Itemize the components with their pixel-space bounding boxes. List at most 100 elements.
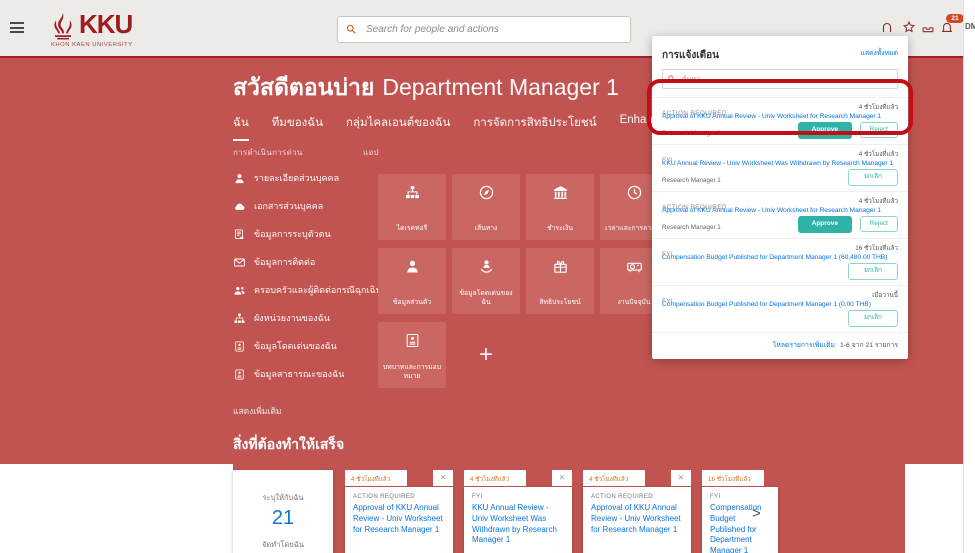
quick-action-item[interactable]: ผังหน่วยงานของฉัน (233, 304, 359, 332)
profile-icon[interactable] (880, 20, 894, 34)
clock-icon (626, 184, 643, 201)
todo-section-title: สิ่งที่ต้องทำให้เสร็จ (233, 434, 344, 456)
quick-action-item[interactable]: เอกสารส่วนบุคคล (233, 192, 359, 220)
people-icon (233, 284, 246, 297)
gift-icon (552, 258, 569, 275)
notification-item: 4 ชั่วโมงที่แล้วFYIKKU Annual Review - U… (652, 144, 908, 191)
inbox-icon[interactable] (921, 20, 935, 34)
add-apps-button[interactable]: + (452, 322, 520, 388)
todo-card[interactable]: ACTION REQUIRED Approval of KKU Annual Re… (583, 487, 691, 553)
close-icon[interactable]: ✕ (433, 470, 453, 486)
tab-2[interactable]: ทีมของฉัน (272, 114, 323, 141)
close-icon[interactable]: ✕ (552, 470, 572, 486)
quick-actions-header: การดำเนินการด่วน (233, 146, 303, 159)
todo-card-timestamp: 4 ชั่วโมงที่แล้ว (464, 470, 526, 484)
app-tile-label: ไดเรคทอรี (381, 225, 443, 234)
reject-button[interactable]: Reject (860, 216, 898, 232)
todo-card[interactable]: FYICompensation Budget Published for Dep… (702, 487, 778, 553)
quick-action-item[interactable]: ข้อมูลโดดเด่นของฉัน (233, 332, 359, 360)
app-tile-label: เส้นทาง (455, 225, 517, 234)
star-icon[interactable] (902, 20, 916, 34)
notification-count-badge: 21 (946, 14, 964, 23)
notifications-range: 1-6 จาก 21 รายการ (840, 342, 898, 349)
top-bar-icons: 21 (880, 20, 960, 36)
greeting: สวัสดีตอนบ่ายDepartment Manager 1 (233, 70, 619, 106)
quick-action-item[interactable]: ข้อมูลสาธารณะของฉัน (233, 360, 359, 388)
person-icon (404, 258, 421, 275)
notification-title-link[interactable]: Approval of KKU Annual Review - Univ Wor… (662, 207, 898, 214)
view-all-link[interactable]: แสดงทั้งหมด (861, 47, 898, 58)
app-tile[interactable]: ข้อมูลโดดเด่นของฉัน (452, 248, 520, 314)
notifications-search-input[interactable] (680, 71, 909, 87)
search-input[interactable] (364, 18, 623, 41)
notification-item: เมื่อวานนี้FYICompensation Budget Publis… (652, 285, 908, 332)
todo-card[interactable]: FYI KKU Annual Review - Univ Worksheet Wa… (464, 487, 572, 553)
profile-avatar[interactable]: DM (965, 22, 975, 31)
show-more-link[interactable]: แสดงเพิ่มเติม (233, 404, 281, 418)
quick-action-label: ครอบครัวและผู้ติดต่อกรณีฉุกเฉิน (254, 283, 382, 297)
org-chart-icon (404, 184, 421, 201)
app-tile-label: บทบาทและการมอบหมาย (381, 364, 443, 382)
app-tile[interactable]: เส้นทาง (452, 174, 520, 240)
todo-card-title-link[interactable]: Approval of KKU Annual Review - Univ Wor… (591, 503, 683, 535)
tab-1[interactable]: ฉัน (233, 114, 249, 141)
app-tile[interactable]: สิทธิประโยชน์ (526, 248, 594, 314)
search-icon (667, 74, 676, 83)
approve-button[interactable]: Approve (798, 122, 852, 139)
quick-action-label: ผังหน่วยงานของฉัน (254, 311, 330, 325)
reject-button[interactable]: Reject (860, 122, 898, 138)
app-tile-label: ข้อมูลส่วนตัว (381, 299, 443, 308)
greeting-text: สวัสดีตอนบ่าย (233, 74, 374, 100)
app-tile[interactable]: บทบาทและการมอบหมาย (378, 322, 446, 388)
close-icon[interactable]: ✕ (671, 470, 691, 486)
todo-card-title-link[interactable]: Approval of KKU Annual Review - Univ Wor… (353, 503, 445, 535)
todo-card-type-label: ACTION REQUIRED (591, 494, 683, 500)
person-icon (233, 172, 246, 185)
created-by-me-label: จัดทำโดยฉัน (233, 539, 333, 551)
quick-action-label: ข้อมูลโดดเด่นของฉัน (254, 339, 337, 353)
app-tile[interactable]: ข้อมูลส่วนตัว (378, 248, 446, 314)
notifications-footer: โหลดรายการเพิ่มเติม 1-6 จาก 21 รายการ (652, 332, 908, 357)
quick-action-label: เอกสารส่วนบุคคล (254, 199, 323, 213)
envelope-icon (233, 256, 246, 269)
app-tile[interactable]: ชำระเงิน (526, 174, 594, 240)
quick-action-label: รายละเอียดส่วนบุคคล (254, 171, 339, 185)
apps-header: แอป (363, 146, 379, 159)
quick-action-item[interactable]: รายละเอียดส่วนบุคคล (233, 164, 359, 192)
quick-action-item[interactable]: ข้อมูลการติดต่อ (233, 248, 359, 276)
quick-actions-list: รายละเอียดส่วนบุคคลเอกสารส่วนบุคคลข้อมูล… (233, 164, 359, 388)
todo-card-type-label: FYI (472, 494, 564, 500)
approve-button[interactable]: Approve (798, 216, 852, 233)
menu-icon[interactable] (10, 22, 24, 34)
quick-action-item[interactable]: ครอบครัวและผู้ติดต่อกรณีฉุกเฉิน (233, 276, 359, 304)
tab-4[interactable]: การจัดการสิทธิประโยชน์ (473, 114, 596, 141)
assigned-to-me-label: ระบุให้กับฉัน (233, 492, 333, 504)
notification-title-link[interactable]: KKU Annual Review - Univ Worksheet Was W… (662, 160, 898, 167)
notification-title-link[interactable]: Compensation Budget Published for Depart… (662, 254, 898, 261)
todo-card-title-link[interactable]: Compensation Budget Published for Depart… (710, 503, 770, 553)
load-more-link[interactable]: โหลดรายการเพิ่มเติม (773, 342, 835, 349)
carousel-next-icon[interactable]: > (752, 505, 761, 522)
dismiss-button[interactable]: ยกเลิก (848, 169, 898, 186)
todo-card[interactable]: ACTION REQUIREDApproval of KKU Annual Re… (345, 487, 453, 553)
todo-card-timestamp-tab: 16 ชั่วโมงที่แล้ว (702, 470, 764, 486)
notification-timestamp: 4 ชั่วโมงที่แล้ว (859, 102, 898, 112)
todo-stats-card[interactable]: ระบุให้กับฉัน 21 จัดทำโดยฉัน (233, 470, 333, 553)
page: KKU KHON KAEN UNIVERSITY 21 DM สวัสดีตอน… (0, 0, 975, 553)
tab-3[interactable]: กลุ่มไคลเอนต์ของฉัน (346, 114, 450, 141)
notification-title-link[interactable]: Approval of KKU Annual Review - Univ Wor… (662, 113, 898, 120)
notification-timestamp: 4 ชั่วโมงที่แล้ว (859, 196, 898, 206)
quick-action-item[interactable]: ข้อมูลการระบุตัวตน (233, 220, 359, 248)
kku-logo[interactable]: KKU KHON KAEN UNIVERSITY (50, 9, 190, 55)
notifications-title: การแจ้งเตือน (662, 50, 719, 61)
dismiss-button[interactable]: ยกเลิก (848, 310, 898, 327)
dismiss-button[interactable]: ยกเลิก (848, 263, 898, 280)
notifications-search (662, 69, 898, 89)
todo-card-timestamp-tab: 4 ชั่วโมงที่แล้ว (345, 470, 407, 486)
todo-card-timestamp: 4 ชั่วโมงที่แล้ว (345, 470, 407, 484)
app-tile[interactable]: ไดเรคทอรี (378, 174, 446, 240)
todo-card-title-link[interactable]: KKU Annual Review - Univ Worksheet Was W… (472, 503, 564, 546)
notification-timestamp: 16 ชั่วโมงที่แล้ว (855, 243, 898, 253)
bank-icon (552, 184, 569, 201)
notification-title-link[interactable]: Compensation Budget Published for Depart… (662, 301, 898, 308)
